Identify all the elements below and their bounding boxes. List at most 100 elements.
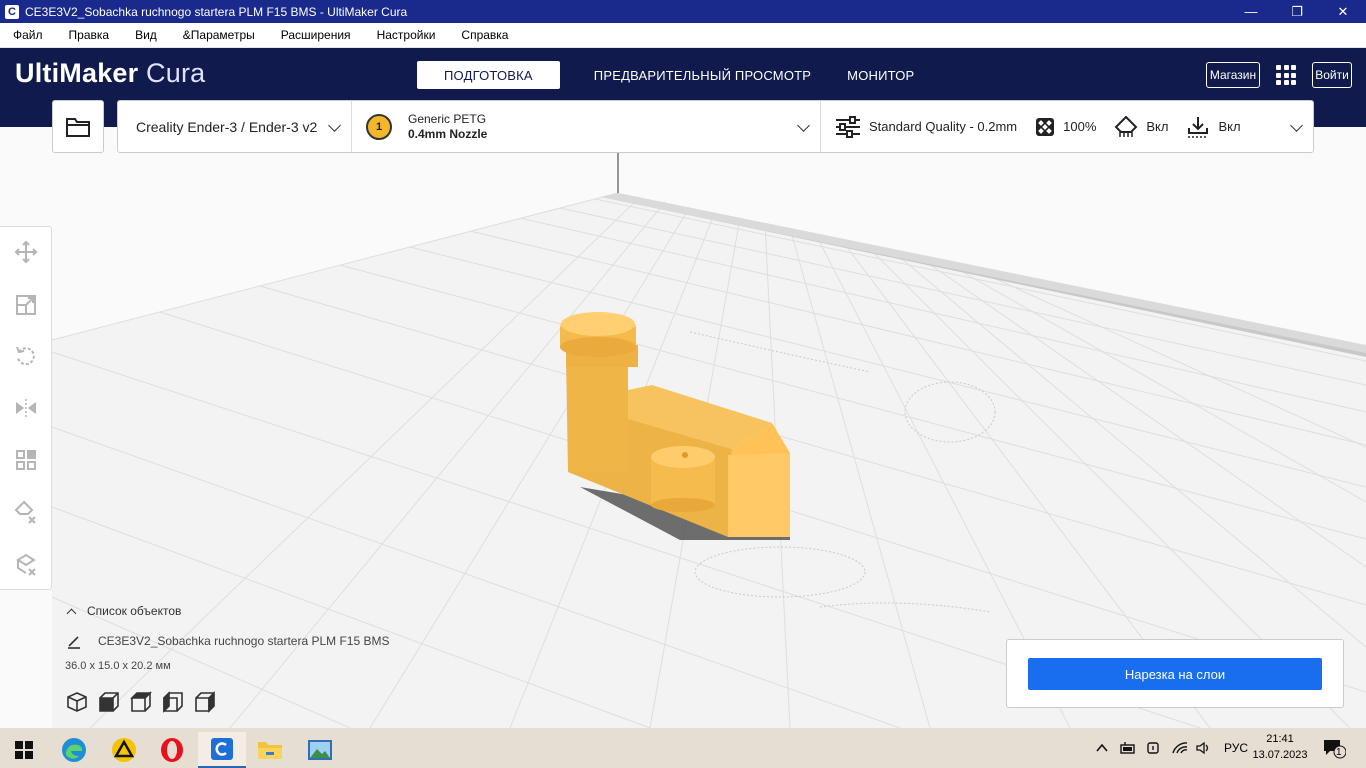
nozzle-size: 0.4mm Nozzle: [408, 126, 488, 141]
object-list-title: Список объектов: [87, 604, 182, 618]
object-name: CE3E3V2_Sobachka ruchnogo startera PLM F…: [98, 634, 390, 648]
taskbar-file-explorer[interactable]: [246, 732, 294, 768]
notification-icon: [1324, 740, 1346, 759]
opera-browser-icon: [161, 738, 183, 762]
cura-app-icon: C: [5, 4, 19, 19]
tab-prepare[interactable]: ПОДГОТОВКА: [417, 61, 560, 89]
menu-bar: Файл Правка Вид &Параметры Расширения На…: [0, 23, 1366, 48]
mirror-tool[interactable]: [13, 395, 39, 421]
input-language[interactable]: РУС: [1224, 741, 1248, 755]
move-tool[interactable]: [13, 239, 39, 265]
tab-monitor[interactable]: МОНИТОР: [829, 61, 932, 89]
camera-view-buttons: [66, 690, 226, 714]
taskbar-edge[interactable]: [50, 732, 98, 768]
cura-app-icon: [211, 738, 233, 760]
printer-name: Creality Ender-3 / Ender-3 v2: [136, 118, 318, 135]
marketplace-button[interactable]: Магазин: [1206, 62, 1260, 88]
chevron-down-icon: [797, 119, 810, 132]
clock-date: 13.07.2023: [1252, 749, 1308, 761]
window-controls: — ❐ ✕: [1228, 0, 1366, 23]
menu-file[interactable]: Файл: [0, 23, 56, 48]
quality-profile: Standard Quality - 0.2mm: [869, 119, 1018, 134]
rotate-icon: [16, 346, 35, 366]
sign-in-button[interactable]: Войти: [1312, 62, 1352, 88]
cube-top-icon: [130, 691, 152, 712]
title-bar: C CE3E3V2_Sobachka ruchnogo startera PLM…: [0, 0, 1366, 23]
open-file-button[interactable]: [52, 100, 104, 153]
print-setup-selector[interactable]: Standard Quality - 0.2mm 100% Вкл Вкл: [821, 101, 1313, 152]
extruder-badge-icon: 1: [366, 113, 392, 140]
close-button[interactable]: ✕: [1320, 0, 1366, 23]
scale-icon: [16, 295, 36, 315]
stage-tabs: ПОДГОТОВКА ПРЕДВАРИТЕЛЬНЫЙ ПРОСМОТР МОНИ…: [417, 61, 932, 89]
slice-button[interactable]: Нарезка на слои: [1028, 658, 1322, 690]
chevron-down-icon: [328, 119, 341, 132]
window-title: CE3E3V2_Sobachka ruchnogo startera PLM F…: [25, 4, 408, 19]
notification-count: 1: [1336, 747, 1342, 758]
menu-view[interactable]: Вид: [122, 23, 170, 48]
battery-icon[interactable]: [1120, 741, 1136, 755]
sliders-icon: [836, 115, 860, 138]
per-model-settings-tool[interactable]: [13, 447, 39, 473]
cutting-mesh-tool[interactable]: [13, 551, 39, 577]
scale-tool[interactable]: [13, 292, 39, 318]
material-name: Generic PETG: [408, 111, 487, 126]
triangle-app-icon: [112, 738, 136, 762]
adhesion-icon: [1188, 116, 1209, 138]
menu-extensions[interactable]: Расширения: [268, 23, 364, 48]
taskbar-opera[interactable]: [148, 732, 196, 768]
support-blocker-tool[interactable]: [13, 499, 39, 525]
system-tray: РУС: [1096, 728, 1248, 768]
cube-3d-icon: [67, 692, 87, 712]
minimize-button[interactable]: —: [1228, 0, 1274, 23]
material-selector[interactable]: 1 Generic PETG 0.4mm Nozzle: [352, 101, 821, 152]
view-3d-button[interactable]: [66, 690, 98, 714]
per-model-settings-icon: [16, 450, 36, 470]
taskbar-cura[interactable]: [198, 732, 246, 768]
tool-sidebar: [0, 226, 52, 590]
menu-edit[interactable]: Правка: [56, 23, 123, 48]
chevron-down-icon: [1290, 119, 1303, 132]
windows-taskbar: РУС 21:41 13.07.2023 1: [0, 728, 1366, 768]
ultimaker-cura-logo: UltiMaker Cura: [15, 58, 206, 88]
printer-selector[interactable]: Creality Ender-3 / Ender-3 v2: [118, 101, 352, 152]
menu-preferences[interactable]: Настройки: [364, 23, 449, 48]
object-list-item[interactable]: CE3E3V2_Sobachka ruchnogo startera PLM F…: [66, 633, 390, 649]
menu-settings[interactable]: &Параметры: [170, 23, 268, 48]
infill-icon: [1036, 117, 1055, 136]
adhesion-value: Вкл: [1218, 119, 1241, 134]
applications-grid-icon[interactable]: [1276, 65, 1296, 85]
view-left-button[interactable]: [162, 690, 194, 714]
view-front-button[interactable]: [98, 690, 130, 714]
action-panel: Нарезка на слои: [1006, 639, 1344, 708]
chevron-up-icon[interactable]: [1096, 743, 1108, 753]
tab-preview[interactable]: ПРЕДВАРИТЕЛЬНЫЙ ПРОСМОТР: [576, 61, 829, 89]
wifi-icon[interactable]: [1172, 741, 1188, 755]
taskbar-photos[interactable]: [296, 732, 344, 768]
pencil-icon: [68, 636, 80, 649]
move-icon: [14, 240, 38, 264]
rotate-tool[interactable]: [13, 343, 39, 369]
support-value: Вкл: [1146, 119, 1169, 134]
file-explorer-icon: [258, 742, 282, 759]
notification-center[interactable]: 1: [1322, 728, 1346, 768]
object-list-toggle[interactable]: Список объектов: [66, 604, 181, 618]
object-dimensions: 36.0 x 15.0 x 20.2 мм: [65, 660, 171, 672]
meet-now-icon[interactable]: [1146, 741, 1160, 755]
cube-right-icon: [195, 691, 215, 713]
infill-value: 100%: [1063, 119, 1097, 134]
start-button[interactable]: [0, 732, 48, 768]
chevron-up-icon: [66, 608, 77, 618]
view-top-button[interactable]: [130, 690, 162, 714]
taskbar-clock[interactable]: 21:41 13.07.2023: [1250, 731, 1310, 763]
volume-icon[interactable]: [1196, 741, 1212, 755]
cube-front-icon: [99, 692, 119, 712]
menu-help[interactable]: Справка: [448, 23, 521, 48]
restore-button[interactable]: ❐: [1274, 0, 1320, 23]
cube-left-icon: [163, 691, 183, 713]
taskbar-app-triangle[interactable]: [100, 732, 148, 768]
view-right-button[interactable]: [194, 690, 226, 714]
folder-icon: [66, 117, 90, 137]
photos-app-icon: [308, 740, 332, 760]
print-settings-bar: Creality Ender-3 / Ender-3 v2 1 Generic …: [117, 100, 1314, 153]
